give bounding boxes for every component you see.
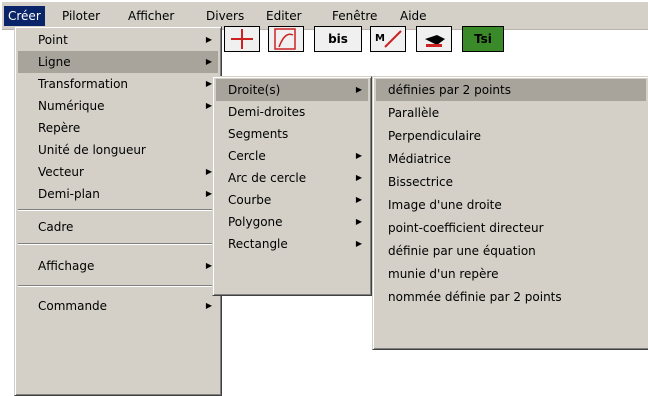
menu-item-label: Transformation [38, 77, 129, 91]
submenu-arrow-icon: ▶ [205, 57, 212, 66]
submenu-arrow-icon: ▶ [355, 217, 362, 226]
menu-item-nommee-2-points[interactable]: nommée définie par 2 points [376, 286, 646, 308]
menu-item-label: Segments [228, 127, 289, 141]
submenu-arrow-icon: ▶ [205, 35, 212, 44]
menu-item-label: Repère [38, 121, 81, 135]
menu-item-ligne[interactable]: Ligne ▶ [18, 51, 218, 73]
menu-item-equation[interactable]: définie par une équation [376, 240, 646, 262]
menu-item-vecteur[interactable]: Vecteur ▶ [18, 161, 218, 183]
hand-pointer-icon [425, 35, 445, 47]
menu-item-label: Numérique [38, 99, 105, 113]
menu-item-label: Affichage [38, 259, 95, 273]
menubar-aide[interactable]: Aide [396, 6, 431, 26]
menu-item-label: Commande [38, 299, 108, 313]
menubar-creer[interactable]: Créer [4, 6, 45, 26]
menu-item-point-coefficient[interactable]: point-coefficient directeur [376, 217, 646, 239]
menu-item-label: Médiatrice [388, 152, 451, 166]
menu-separator [18, 243, 218, 245]
bis-button[interactable]: bis [314, 26, 362, 52]
submenu-arrow-icon: ▶ [355, 173, 362, 182]
menu-item-transformation[interactable]: Transformation ▶ [18, 73, 218, 95]
menu-item-perpendiculaire[interactable]: Perpendiculaire [376, 125, 646, 147]
circle-tool-icon [274, 28, 296, 50]
menu-ligne: Droite(s) ▶ Demi-droites Segments Cercle ▶… [212, 76, 372, 296]
menu-item-label: Cercle [228, 149, 266, 163]
menu-item-label: Rectangle [228, 237, 288, 251]
submenu-arrow-icon: ▶ [355, 151, 362, 160]
submenu-arrow-icon: ▶ [355, 85, 362, 94]
menu-item-label: Bissectrice [388, 175, 454, 189]
menu-item-courbe[interactable]: Courbe ▶ [216, 189, 368, 211]
menu-item-droites[interactable]: Droite(s) ▶ [216, 79, 368, 101]
menubar-afficher[interactable]: Afficher [124, 6, 178, 26]
menu-item-rectangle[interactable]: Rectangle ▶ [216, 233, 368, 255]
point-cross-icon [231, 29, 253, 49]
menu-item-label: Arc de cercle [228, 171, 307, 185]
menu-item-mediatrice[interactable]: Médiatrice [376, 148, 646, 170]
menu-item-label: munie d'un repère [388, 267, 499, 281]
menu-item-label: point-coefficient directeur [388, 221, 544, 235]
menu-item-arc-de-cercle[interactable]: Arc de cercle ▶ [216, 167, 368, 189]
text-tool-button[interactable]: Tsi [462, 26, 504, 52]
submenu-arrow-icon: ▶ [205, 301, 212, 310]
menu-item-label: Perpendiculaire [388, 129, 481, 143]
menu-item-label: Point [38, 33, 68, 47]
menu-item-label: Vecteur [38, 165, 84, 179]
svg-text:M: M [375, 33, 385, 44]
menu-item-bissectrice[interactable]: Bissectrice [376, 171, 646, 193]
menu-item-label: définies par 2 points [388, 83, 511, 97]
menu-item-demi-plan[interactable]: Demi-plan ▶ [18, 183, 218, 205]
menu-item-commande[interactable]: Commande ▶ [18, 295, 218, 317]
menu-item-label: Demi-droites [228, 105, 306, 119]
menu-item-label: définie par une équation [388, 244, 536, 258]
menubar-fenetre[interactable]: Fenêtre [328, 6, 381, 26]
menu-separator [18, 285, 218, 287]
menu-item-demi-droites[interactable]: Demi-droites [216, 101, 368, 123]
hand-tool-button[interactable] [416, 26, 452, 52]
circle-tool-button[interactable] [268, 26, 304, 52]
menu-item-label: Cadre [38, 220, 74, 234]
menu-item-point[interactable]: Point ▶ [18, 29, 218, 51]
menubar-editer[interactable]: Editer [262, 6, 306, 26]
menu-item-image-droite[interactable]: Image d'une droite [376, 194, 646, 216]
menubar-divers[interactable]: Divers [202, 6, 248, 26]
menu-item-polygone[interactable]: Polygone ▶ [216, 211, 368, 233]
menu-item-affichage[interactable]: Affichage ▶ [18, 255, 218, 277]
menu-item-label: nommée définie par 2 points [388, 290, 562, 304]
menu-item-label: Parallèle [388, 106, 440, 120]
menu-droites: définies par 2 points Parallèle Perpendi… [372, 76, 648, 350]
menu-item-cercle[interactable]: Cercle ▶ [216, 145, 368, 167]
menu-item-munie-repere[interactable]: munie d'un repère [376, 263, 646, 285]
menu-item-repere[interactable]: Repère [18, 117, 218, 139]
menu-item-parallele[interactable]: Parallèle [376, 102, 646, 124]
menu-item-label: Courbe [228, 193, 272, 207]
app-window: Créer Piloter Afficher Divers Editer Fen… [2, 2, 648, 396]
mark-tool-icon: M [375, 30, 402, 48]
menu-separator [18, 209, 218, 211]
menu-item-cadre[interactable]: Cadre [18, 216, 218, 238]
menu-item-numerique[interactable]: Numérique ▶ [18, 95, 218, 117]
menu-item-label: Droite(s) [228, 83, 281, 97]
menu-item-label: Image d'une droite [388, 198, 502, 212]
submenu-arrow-icon: ▶ [355, 195, 362, 204]
menu-item-unite-longueur[interactable]: Unité de longueur [18, 139, 218, 161]
menu-item-segments[interactable]: Segments [216, 123, 368, 145]
menu-creer: Point ▶ Ligne ▶ Transformation ▶ Numérique ▶… [14, 26, 222, 396]
submenu-arrow-icon: ▶ [355, 239, 362, 248]
menu-item-label: Polygone [228, 215, 283, 229]
menu-item-label: Demi-plan [38, 187, 100, 201]
menu-item-label: Ligne [38, 55, 71, 69]
mark-tool-button[interactable]: M [370, 26, 406, 52]
menu-item-definies-par-2-points[interactable]: définies par 2 points [376, 79, 646, 101]
menu-item-label: Unité de longueur [38, 143, 146, 157]
menubar-piloter[interactable]: Piloter [58, 6, 104, 26]
point-tool-button[interactable] [224, 26, 260, 52]
